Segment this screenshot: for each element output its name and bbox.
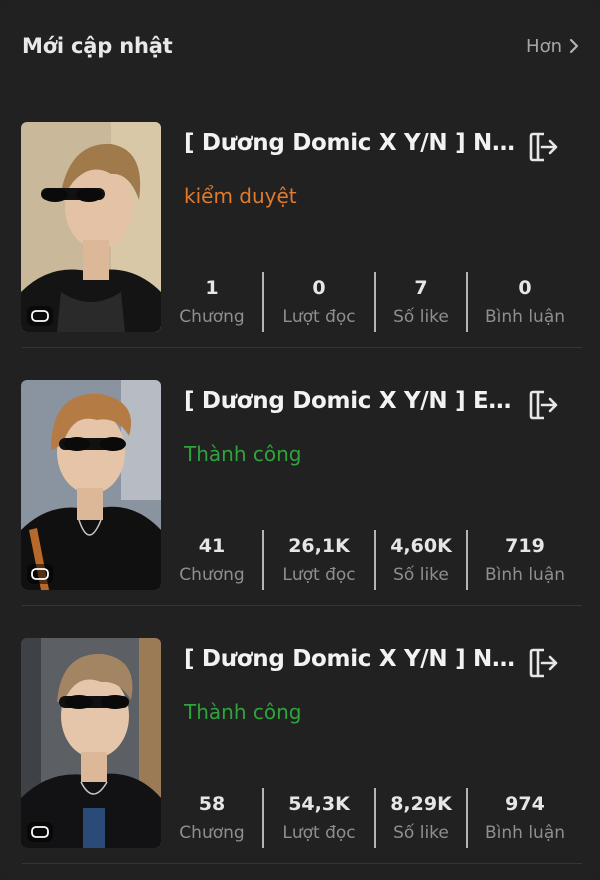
stat-chapters: 41 Chương [162, 528, 262, 590]
stat-chapters: 58 Chương [162, 786, 262, 848]
item-divider [22, 347, 582, 348]
story-title[interactable]: [ Dương Domic X Y/N ] Em ... [184, 388, 524, 414]
story-item: [ Dương Domic X Y/N ] Nuôi... kiểm duyệt… [0, 106, 600, 364]
story-cover[interactable] [21, 638, 161, 848]
stat-label: Chương [179, 565, 245, 585]
stat-value: 8,29K [390, 793, 452, 815]
stat-value: 719 [505, 535, 545, 557]
export-icon[interactable] [526, 388, 560, 422]
stat-label: Chương [179, 307, 245, 327]
story-title[interactable]: [ Dương Domic X Y/N ] Nuôi... [184, 130, 524, 156]
stat-likes: 8,29K Số like [376, 786, 466, 848]
stat-chapters: 1 Chương [162, 270, 262, 332]
stat-label: Lượt đọc [282, 307, 356, 327]
stat-label: Bình luận [484, 565, 566, 585]
chevron-right-icon [569, 38, 579, 54]
stat-comments: 974 Bình luận [468, 786, 582, 848]
stat-comments: 0 Bình luận [468, 270, 582, 332]
book-badge-icon [27, 822, 53, 842]
stat-label: Chương [179, 823, 245, 843]
cover-image [21, 122, 161, 332]
book-badge-icon [27, 564, 53, 584]
stat-label: Số like [393, 565, 449, 585]
story-stats: 58 Chương 54,3K Lượt đọc 8,29K Số like 9… [162, 786, 582, 848]
stat-label: Lượt đọc [282, 565, 356, 585]
stat-reads: 26,1K Lượt đọc [264, 528, 374, 590]
stat-label: Số like [393, 823, 449, 843]
item-divider [22, 863, 582, 864]
stat-value: 58 [198, 793, 226, 815]
story-item: [ Dương Domic X Y/N ] Em ... Thành công … [0, 364, 600, 622]
updates-panel: Mới cập nhật Hơn [Dương Domic X Y/N] N… [0, 0, 600, 879]
item-divider [22, 605, 582, 606]
stat-value: 54,3K [288, 793, 350, 815]
stat-comments: 719 Bình luận [468, 528, 582, 590]
stat-label: Lượt đọc [282, 823, 356, 843]
export-icon[interactable] [526, 646, 560, 680]
stat-label: Số like [393, 307, 449, 327]
story-list: [ Dương Domic X Y/N ] Nuôi... kiểm duyệt… [0, 106, 600, 880]
cover-image [21, 638, 161, 848]
book-badge-icon [27, 306, 53, 326]
stat-value: 0 [312, 277, 326, 299]
stat-value: 4,60K [390, 535, 452, 557]
story-stats: 1 Chương 0 Lượt đọc 7 Số like 0 Bình luậ… [162, 270, 582, 332]
more-label: Hơn [526, 35, 562, 57]
cover-image [21, 380, 161, 590]
export-icon[interactable] [526, 130, 560, 164]
stat-value: 41 [198, 535, 226, 557]
stat-likes: 4,60K Số like [376, 528, 466, 590]
stat-label: Bình luận [484, 823, 566, 843]
story-cover[interactable] [21, 122, 161, 332]
stat-value: 7 [414, 277, 428, 299]
stat-reads: 54,3K Lượt đọc [264, 786, 374, 848]
status-badge: Thành công [184, 700, 302, 724]
story-stats: 41 Chương 26,1K Lượt đọc 4,60K Số like 7… [162, 528, 582, 590]
stat-reads: 0 Lượt đọc [264, 270, 374, 332]
stat-label: Bình luận [484, 307, 566, 327]
stat-value: 974 [505, 793, 545, 815]
stat-value: 0 [518, 277, 532, 299]
section-header: Mới cập nhật Hơn [22, 30, 580, 62]
story-item: [ Dương Domic X Y/N ] Nuôi... Thành công… [0, 622, 600, 880]
story-cover[interactable] [21, 380, 161, 590]
more-link[interactable]: Hơn [526, 36, 580, 57]
stat-likes: 7 Số like [376, 270, 466, 332]
status-badge: Thành công [184, 442, 302, 466]
story-title[interactable]: [ Dương Domic X Y/N ] Nuôi... [184, 646, 524, 672]
stat-value: 1 [205, 277, 219, 299]
stat-value: 26,1K [288, 535, 350, 557]
section-title: Mới cập nhật [22, 34, 173, 58]
status-badge: kiểm duyệt [184, 184, 297, 208]
